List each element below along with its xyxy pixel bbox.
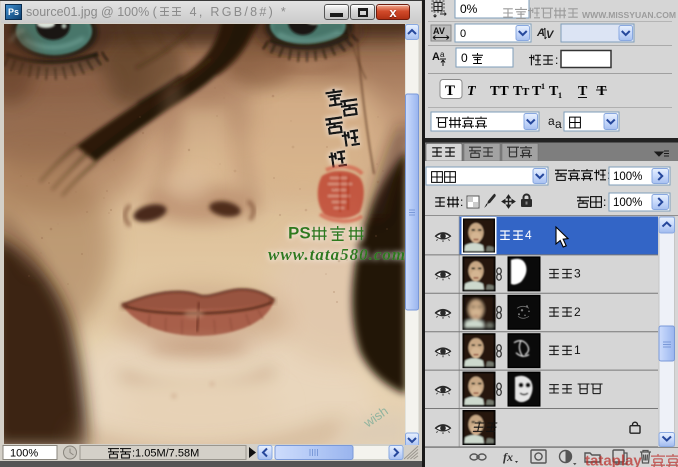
svg-text:tataplay: tataplay bbox=[585, 453, 642, 467]
svg-text:T: T bbox=[522, 86, 530, 98]
svg-text:PS: PS bbox=[288, 223, 311, 242]
svg-text:T: T bbox=[467, 84, 477, 99]
svg-text:100%: 100% bbox=[10, 448, 38, 460]
svg-text:1: 1 bbox=[574, 343, 581, 357]
svg-text:A: A bbox=[432, 51, 440, 63]
svg-text:V: V bbox=[546, 29, 555, 41]
svg-text:1: 1 bbox=[558, 91, 562, 100]
svg-text:TT: TT bbox=[490, 84, 509, 99]
svg-text:T: T bbox=[445, 83, 455, 99]
svg-text::: : bbox=[460, 195, 463, 209]
svg-text:0: 0 bbox=[461, 51, 468, 65]
svg-text::: : bbox=[603, 195, 606, 209]
svg-text:A: A bbox=[536, 27, 545, 39]
svg-text:1: 1 bbox=[541, 82, 545, 91]
svg-text:0: 0 bbox=[460, 28, 466, 40]
svg-text:3: 3 bbox=[574, 266, 581, 280]
svg-text:fx: fx bbox=[503, 450, 513, 464]
svg-text:2: 2 bbox=[574, 305, 581, 319]
svg-text:a: a bbox=[440, 50, 445, 59]
svg-text:T: T bbox=[578, 84, 588, 99]
svg-text:100%: 100% bbox=[613, 197, 642, 209]
svg-text:a: a bbox=[548, 114, 555, 128]
svg-text:0%: 0% bbox=[460, 2, 478, 16]
svg-text:T: T bbox=[597, 84, 607, 99]
svg-text:100%: 100% bbox=[613, 171, 642, 183]
svg-text:a: a bbox=[555, 117, 562, 131]
svg-text:www.tata580.com: www.tata580.com bbox=[268, 245, 406, 264]
svg-text::: : bbox=[555, 53, 558, 67]
svg-text:WWW.MISSYUAN.COM: WWW.MISSYUAN.COM bbox=[582, 10, 676, 20]
svg-text:4: 4 bbox=[525, 228, 532, 242]
svg-text::1.05M/7.58M: :1.05M/7.58M bbox=[132, 448, 199, 460]
svg-text:AV: AV bbox=[433, 26, 445, 36]
